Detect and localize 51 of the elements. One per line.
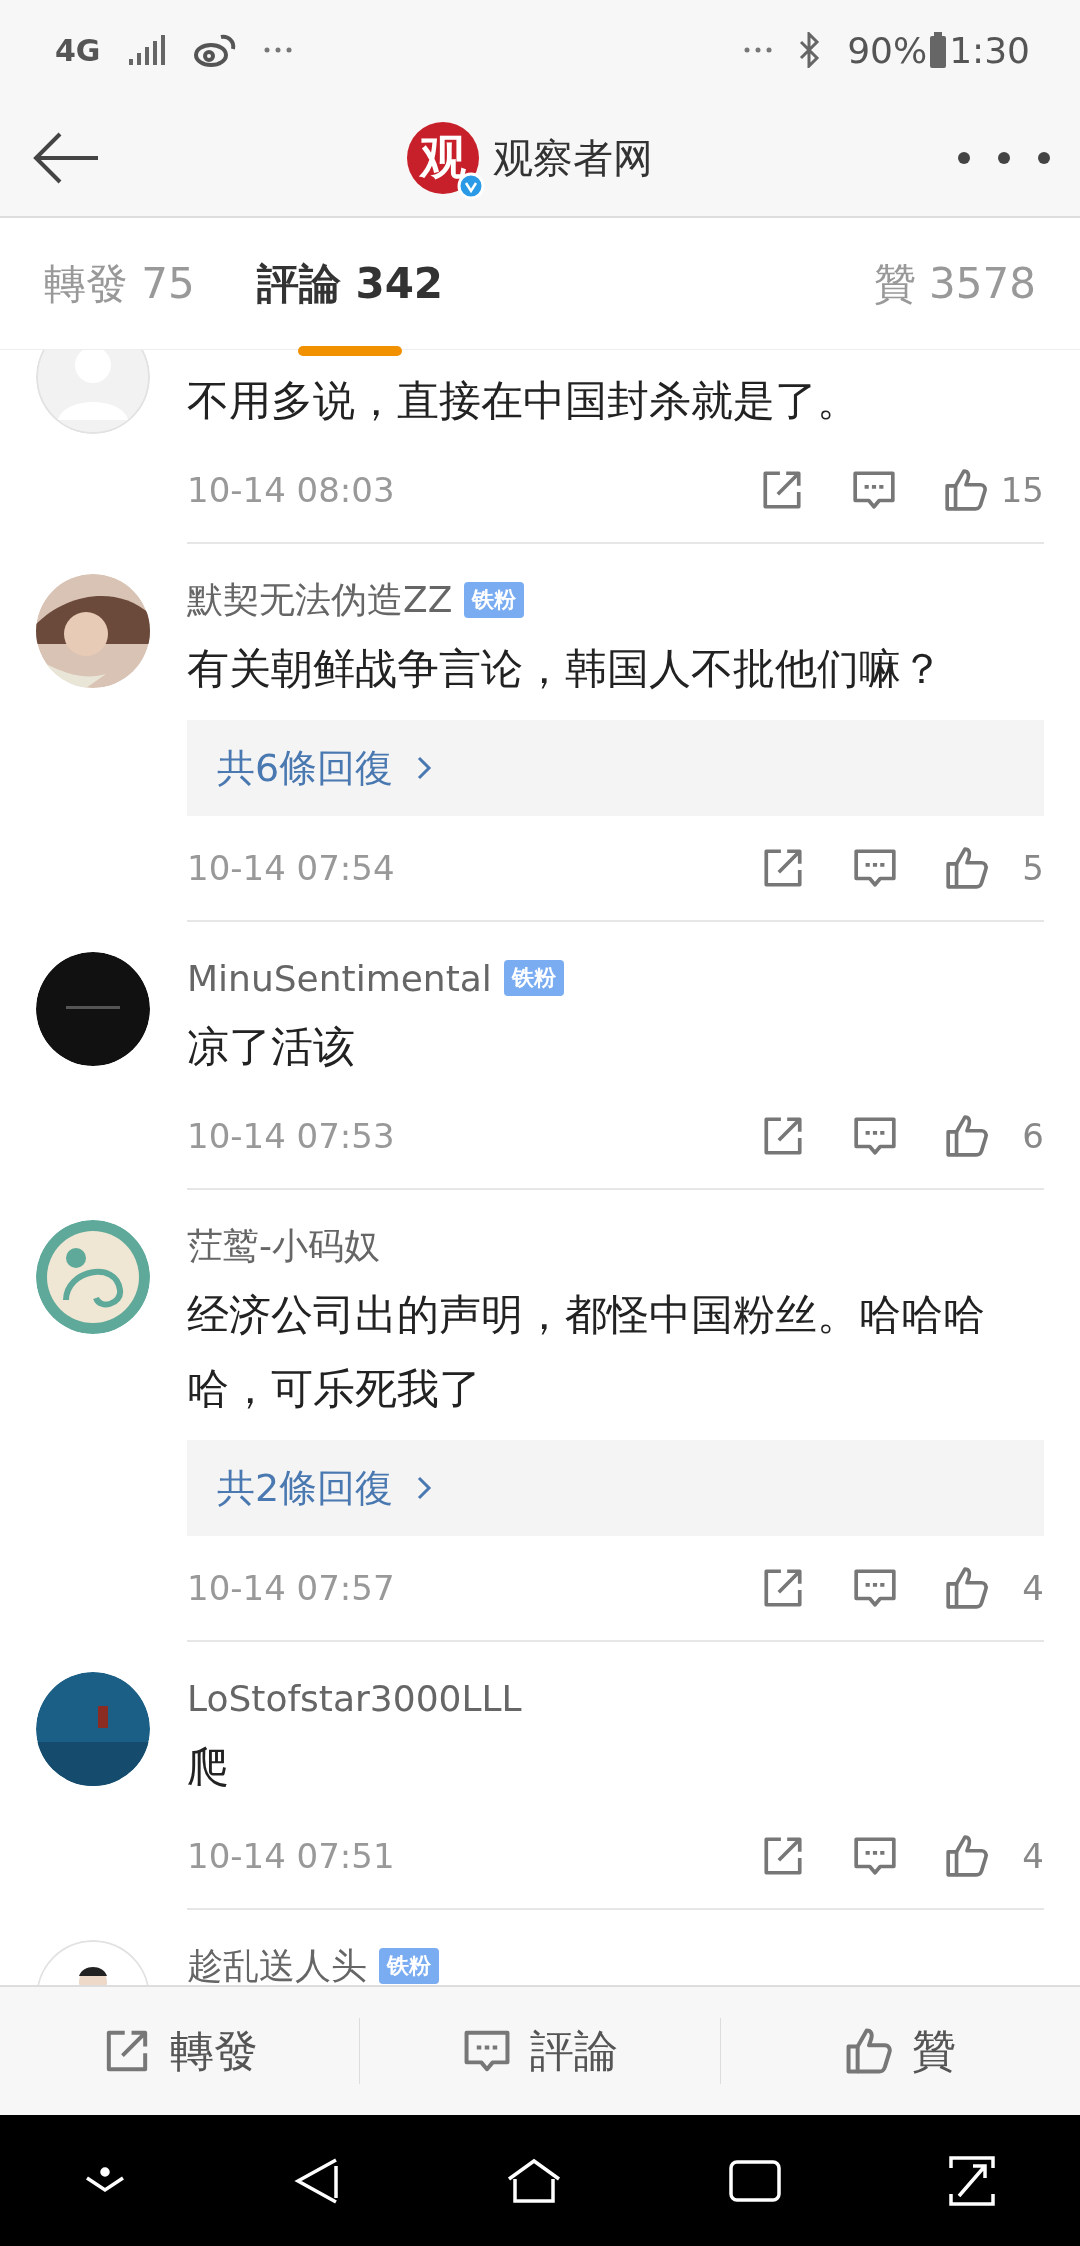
share-button[interactable]: 轉發: [0, 2018, 360, 2084]
more-icon[interactable]: [956, 150, 1052, 166]
timestamp: 10-14 07:54: [187, 848, 396, 888]
timestamp: 10-14 08:03: [187, 470, 396, 510]
clock-time: 1:30: [949, 29, 1030, 71]
comment-text: 不用多说，直接在中国封杀就是了。: [187, 375, 860, 427]
like-count: 4: [1021, 1836, 1044, 1876]
recents-icon[interactable]: [728, 2158, 783, 2203]
fan-badge: 铁粉: [503, 960, 564, 996]
replies-link[interactable]: 共2條回復: [187, 1440, 1044, 1536]
thumbs-up-icon[interactable]: [944, 1833, 990, 1879]
thumbs-up-icon[interactable]: [944, 1113, 990, 1159]
comment-text: 有关朝鲜战争言论，韩国人不批他们嘛？: [187, 643, 944, 695]
like-count: 4: [1021, 1568, 1044, 1608]
more-icon: [262, 46, 293, 54]
comment-text: 凉了活该: [187, 1021, 356, 1073]
more-icon: [743, 46, 774, 54]
user-name[interactable]: 趁乱送人头: [187, 1941, 367, 1985]
bluetooth-icon: [799, 32, 822, 68]
battery-icon: [929, 32, 948, 68]
comment-button[interactable]: 評論: [360, 2018, 720, 2084]
like-count: 5: [1021, 848, 1044, 888]
page-title: 观察者网: [493, 133, 653, 183]
user-name[interactable]: 茳鹫-小码奴: [187, 1221, 380, 1271]
thumbs-up-icon[interactable]: [944, 1565, 990, 1611]
fan-badge: 铁粉: [379, 1948, 439, 1984]
user-name[interactable]: LoStofstar3000LLL: [187, 1677, 522, 1719]
thumbs-up-icon[interactable]: [844, 2026, 895, 2076]
network-indicator: 4G: [55, 32, 101, 68]
thumbs-up-icon[interactable]: [944, 845, 990, 891]
avatar[interactable]: [36, 1672, 150, 1786]
user-name[interactable]: MinuSentimental: [187, 957, 492, 999]
weibo-icon: [192, 32, 237, 68]
avatar[interactable]: [36, 952, 150, 1066]
user-name[interactable]: 默契无法伪造ZZ: [187, 575, 453, 625]
signal-icon: [126, 33, 167, 67]
thumbs-up-icon[interactable]: [942, 467, 989, 513]
tab[interactable]: 評論 342: [256, 245, 444, 322]
timestamp: 10-14 07:57: [187, 1568, 396, 1608]
expand-icon[interactable]: [947, 2153, 998, 2208]
like-button[interactable]: 贊: [720, 2018, 1080, 2084]
like-count: 6: [1021, 1116, 1044, 1156]
battery-percent: 90%: [847, 29, 928, 71]
timestamp: 10-14 07:53: [187, 1116, 396, 1156]
comment-text: 爬: [187, 1741, 230, 1793]
fan-badge: 铁粉: [464, 582, 525, 618]
timestamp: 10-14 07:51: [187, 1836, 396, 1876]
avatar[interactable]: [36, 574, 150, 688]
replies-link[interactable]: 共6條回復: [187, 720, 1044, 816]
comment-text: 经济公司出的声明，都怪中国粉丝。哈哈哈哈，可乐死我了: [187, 1289, 986, 1415]
like-count: 15: [1000, 470, 1044, 510]
